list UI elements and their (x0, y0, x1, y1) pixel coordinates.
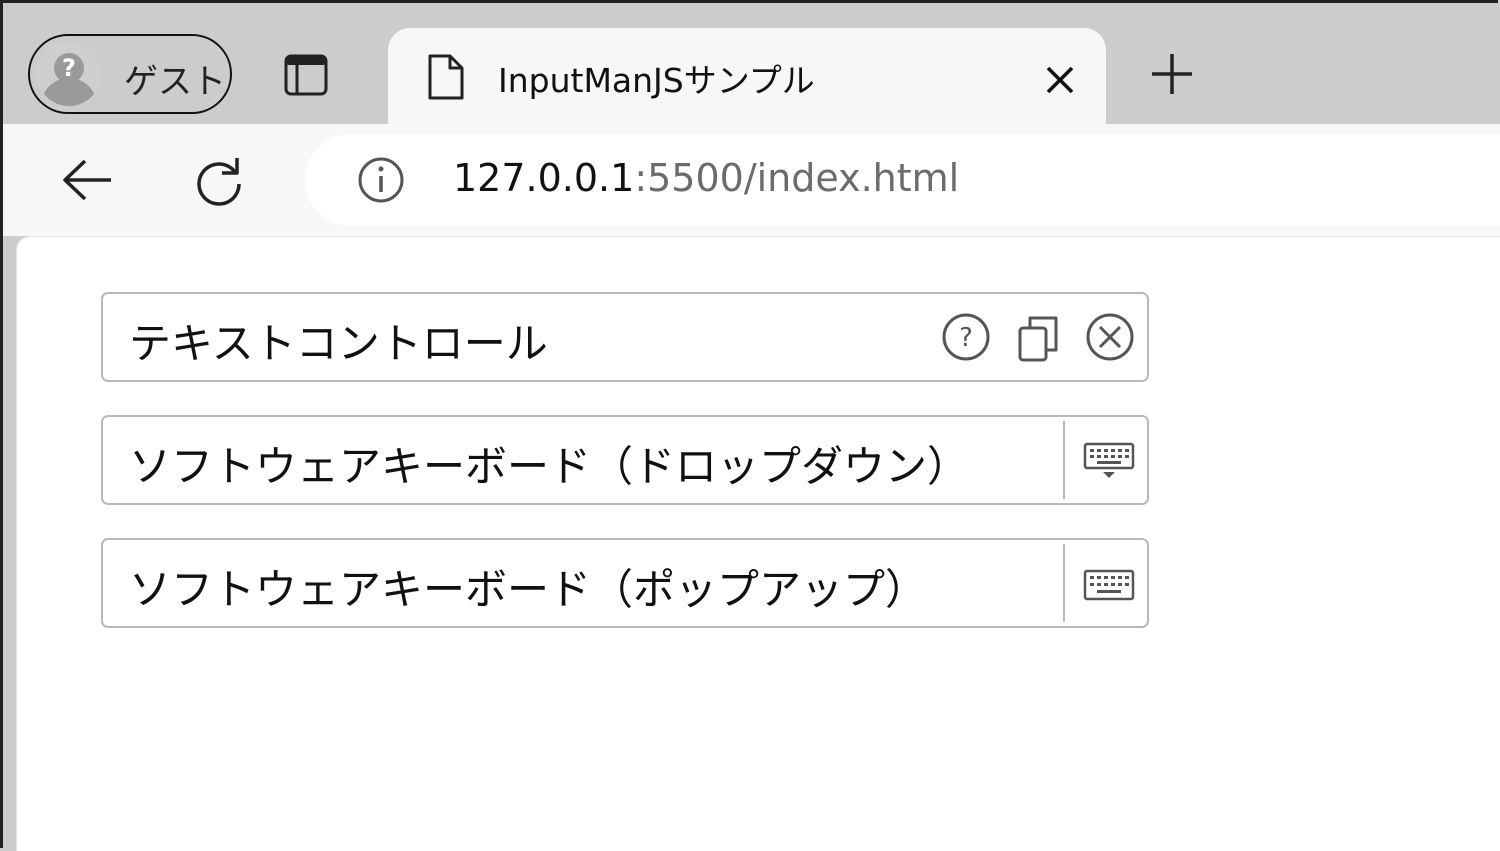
window-frame (0, 0, 1498, 848)
